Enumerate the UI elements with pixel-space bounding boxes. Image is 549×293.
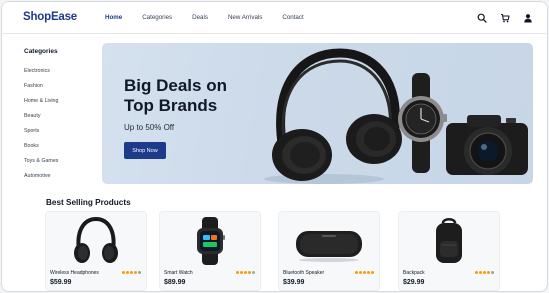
product-price: $29.99 — [403, 279, 425, 286]
nav-contact[interactable]: Contact — [282, 14, 303, 21]
star-icon — [359, 271, 362, 274]
cart-icon[interactable] — [499, 12, 511, 24]
user-icon[interactable] — [522, 12, 534, 24]
sidebar-item-sports[interactable]: Sports — [24, 128, 39, 134]
star-icon — [252, 271, 255, 274]
product-price: $39.99 — [283, 279, 305, 286]
app-window: ShopEase Home Categories Deals New Arriv… — [1, 1, 548, 292]
product-image — [279, 215, 379, 267]
rating-stars — [235, 271, 255, 274]
product-image — [46, 215, 146, 267]
product-name: Wireless Headphones — [50, 270, 99, 276]
star-icon — [487, 271, 490, 274]
nav-new-arrivals[interactable]: New Arrivals — [228, 14, 262, 21]
product-price: $89.99 — [164, 279, 186, 286]
hero-product-illustration — [264, 48, 528, 184]
rating-stars — [121, 271, 141, 274]
hero-subtitle: Up to 50% Off — [124, 123, 175, 132]
hero-title-line-2: Top Brands — [124, 96, 218, 115]
nav-categories[interactable]: Categories — [142, 14, 172, 21]
star-icon — [367, 271, 370, 274]
hero-title: Big Deals on Top Brands — [124, 76, 227, 116]
header-actions — [465, 12, 534, 24]
sidebar-item-automotive[interactable]: Automotive — [24, 173, 51, 179]
product-name: Smart Watch — [164, 270, 193, 276]
star-icon — [126, 271, 129, 274]
search-icon[interactable] — [476, 12, 488, 24]
backpack-image — [436, 218, 462, 263]
nav-deals[interactable]: Deals — [192, 14, 208, 21]
main-nav: Home Categories Deals New Arrivals Conta… — [105, 14, 324, 21]
best-selling-title: Best Selling Products — [46, 198, 131, 207]
headphones-image — [264, 48, 402, 184]
product-card[interactable]: Smart Watch $89.99 — [159, 211, 261, 291]
star-icon — [363, 271, 366, 274]
product-image — [160, 215, 260, 267]
product-name: Backpack — [403, 270, 425, 276]
sidebar-item-books[interactable]: Books — [24, 143, 39, 149]
star-icon — [236, 271, 239, 274]
sidebar-item-home-living[interactable]: Home & Living — [24, 98, 58, 104]
star-icon — [134, 271, 137, 274]
product-card[interactable]: Backpack $29.99 — [398, 211, 500, 291]
star-icon — [240, 271, 243, 274]
rating-stars — [354, 271, 374, 274]
star-icon — [248, 271, 251, 274]
top-navigation-bar: ShopEase Home Categories Deals New Arriv… — [2, 2, 547, 34]
watch-image — [398, 73, 447, 173]
star-icon — [138, 271, 141, 274]
star-icon — [475, 271, 478, 274]
sidebar-item-toys-games[interactable]: Toys & Games — [24, 158, 58, 164]
hero-banner[interactable]: Big Deals on Top Brands Up to 50% Off Sh… — [102, 43, 533, 184]
sidebar-item-electronics[interactable]: Electronics — [24, 68, 50, 74]
speaker-image — [296, 231, 362, 262]
star-icon — [479, 271, 482, 274]
sidebar-item-beauty[interactable]: Beauty — [24, 113, 41, 119]
star-icon — [130, 271, 133, 274]
headphones-image — [74, 216, 118, 263]
product-price: $59.99 — [50, 279, 72, 286]
star-icon — [371, 271, 374, 274]
rating-stars — [474, 271, 494, 274]
star-icon — [491, 271, 494, 274]
star-icon — [122, 271, 125, 274]
product-card[interactable]: Bluetooth Speaker $39.99 — [278, 211, 380, 291]
hero-title-line-1: Big Deals on — [124, 76, 227, 95]
product-image — [399, 215, 499, 267]
sidebar-item-fashion[interactable]: Fashion — [24, 83, 43, 89]
logo[interactable]: ShopEase — [23, 11, 77, 23]
shop-now-button[interactable]: Shop Now — [124, 142, 166, 159]
category-sidebar: Categories Electronics Fashion Home & Li… — [2, 35, 90, 195]
star-icon — [483, 271, 486, 274]
product-name: Bluetooth Speaker — [283, 270, 325, 276]
nav-home[interactable]: Home — [105, 14, 122, 21]
star-icon — [355, 271, 358, 274]
sidebar-title: Categories — [24, 48, 58, 55]
camera-image — [446, 115, 528, 175]
product-card[interactable]: Wireless Headphones $59.99 — [45, 211, 147, 291]
smartwatch-image — [197, 217, 225, 265]
star-icon — [244, 271, 247, 274]
